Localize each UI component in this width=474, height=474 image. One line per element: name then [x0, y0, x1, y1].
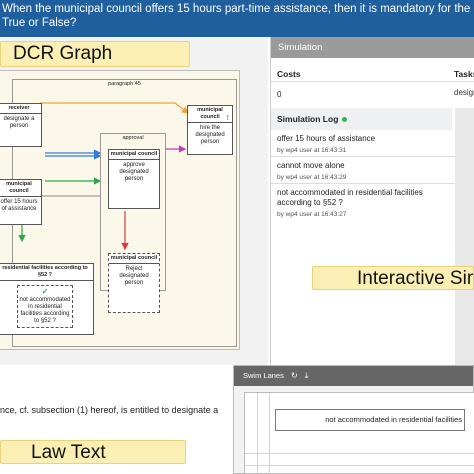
dcr-canvas[interactable]: paragraph 45 approval receiver designate…	[0, 70, 240, 350]
log-entry-text: cannot move alone	[277, 161, 345, 170]
swim-lanes-title: Swim Lanes	[243, 371, 284, 380]
task-designate-button[interactable]: designate	[454, 88, 474, 97]
law-text-label: Law Text	[0, 440, 186, 464]
swim-lanes-panel: Swim Lanes ↻ ⤓ not accommodated in resid…	[233, 365, 474, 474]
event-text: offer 15 hours of assistance	[0, 199, 38, 212]
tasks-column-bg	[455, 108, 474, 366]
log-entry-meta: by wp4 user at 16:43:31	[277, 147, 347, 154]
swim-task[interactable]: not accommodated in residential faciliti…	[275, 409, 465, 431]
log-entry: offer 15 hours of assistance by wp4 user…	[277, 134, 453, 156]
divider	[271, 156, 455, 157]
question-header: When the municipal council offers 15 hou…	[0, 0, 474, 37]
costs-header: Costs	[277, 69, 301, 79]
event-council-reject[interactable]: municipal council Reject designated pers…	[108, 253, 160, 313]
event-council-offer-hours[interactable]: municipal council offer 15 hours of assi…	[0, 179, 42, 225]
law-text: nce, cf. subsection (1) hereof, is entit…	[0, 405, 219, 415]
question-line-2: True or False?	[2, 17, 77, 29]
event-role: municipal council	[109, 254, 159, 264]
simulation-log-title: Simulation Log	[277, 114, 339, 124]
check-icon: ✓	[41, 287, 49, 296]
nest-label: paragraph 45	[108, 81, 141, 87]
divider	[271, 183, 455, 184]
lane-divider	[245, 453, 474, 454]
swim-lanes-canvas[interactable]: not accommodated in residential faciliti…	[244, 392, 474, 474]
simulation-log-header: Simulation Log	[271, 108, 452, 130]
lane-divider	[257, 393, 258, 474]
simulation-panel: Simulation Costs Tasks 0 designate Simul…	[270, 37, 474, 367]
event-text: designate a person	[3, 116, 35, 129]
log-entry-meta: by wp4 user at 16:43:29	[277, 174, 347, 181]
event-text: not accommodated in residential faciliti…	[19, 297, 71, 324]
event-council-hire[interactable]: municipal council hire the designated pe…	[187, 105, 233, 155]
lane-divider	[245, 465, 474, 466]
event-receiver-designate[interactable]: receiver designate a person	[0, 103, 42, 147]
log-entry-text: not accommodated in residential faciliti…	[277, 188, 423, 207]
dcr-graph-label: DCR Graph	[0, 41, 190, 67]
nest-approval-label: approval	[122, 135, 144, 141]
lane-divider	[269, 393, 270, 474]
event-council-approve[interactable]: municipal council approve designated per…	[108, 149, 160, 209]
warning-icon: !	[226, 115, 229, 122]
event-text: approve designated person	[119, 162, 149, 182]
event-text-box: ✓ not accommodated in residential facili…	[17, 285, 73, 328]
divider	[271, 81, 474, 82]
log-entry-meta: by wp4 user at 16:43:27	[277, 211, 347, 218]
event-role: receiver	[0, 104, 41, 114]
download-icon[interactable]: ⤓	[305, 371, 309, 380]
event-role: residential facilities according to §52 …	[0, 264, 93, 281]
event-facility[interactable]: residential facilities according to §52 …	[0, 263, 94, 335]
log-entry-text: offer 15 hours of assistance	[277, 134, 376, 143]
log-entry: not accommodated in residential faciliti…	[277, 188, 453, 220]
swim-lanes-header: Swim Lanes ↻ ⤓	[234, 366, 473, 386]
status-dot-icon	[342, 117, 348, 123]
tasks-header: Tasks	[454, 69, 474, 79]
refresh-icon[interactable]: ↻	[291, 371, 298, 380]
question-line-1: When the municipal council offers 15 hou…	[2, 3, 474, 15]
event-role: municipal council	[188, 106, 232, 123]
event-text: Reject designated person	[119, 266, 149, 286]
simulation-panel-title: Simulation	[271, 37, 474, 58]
event-text: hire the designated person	[195, 125, 225, 145]
interactive-simulation-label: Interactive Simulation	[312, 266, 474, 290]
log-entry: cannot move alone by wp4 user at 16:43:2…	[277, 161, 453, 183]
costs-value: 0	[277, 90, 282, 99]
event-role: municipal council	[109, 150, 159, 160]
event-role: municipal council	[0, 180, 41, 197]
